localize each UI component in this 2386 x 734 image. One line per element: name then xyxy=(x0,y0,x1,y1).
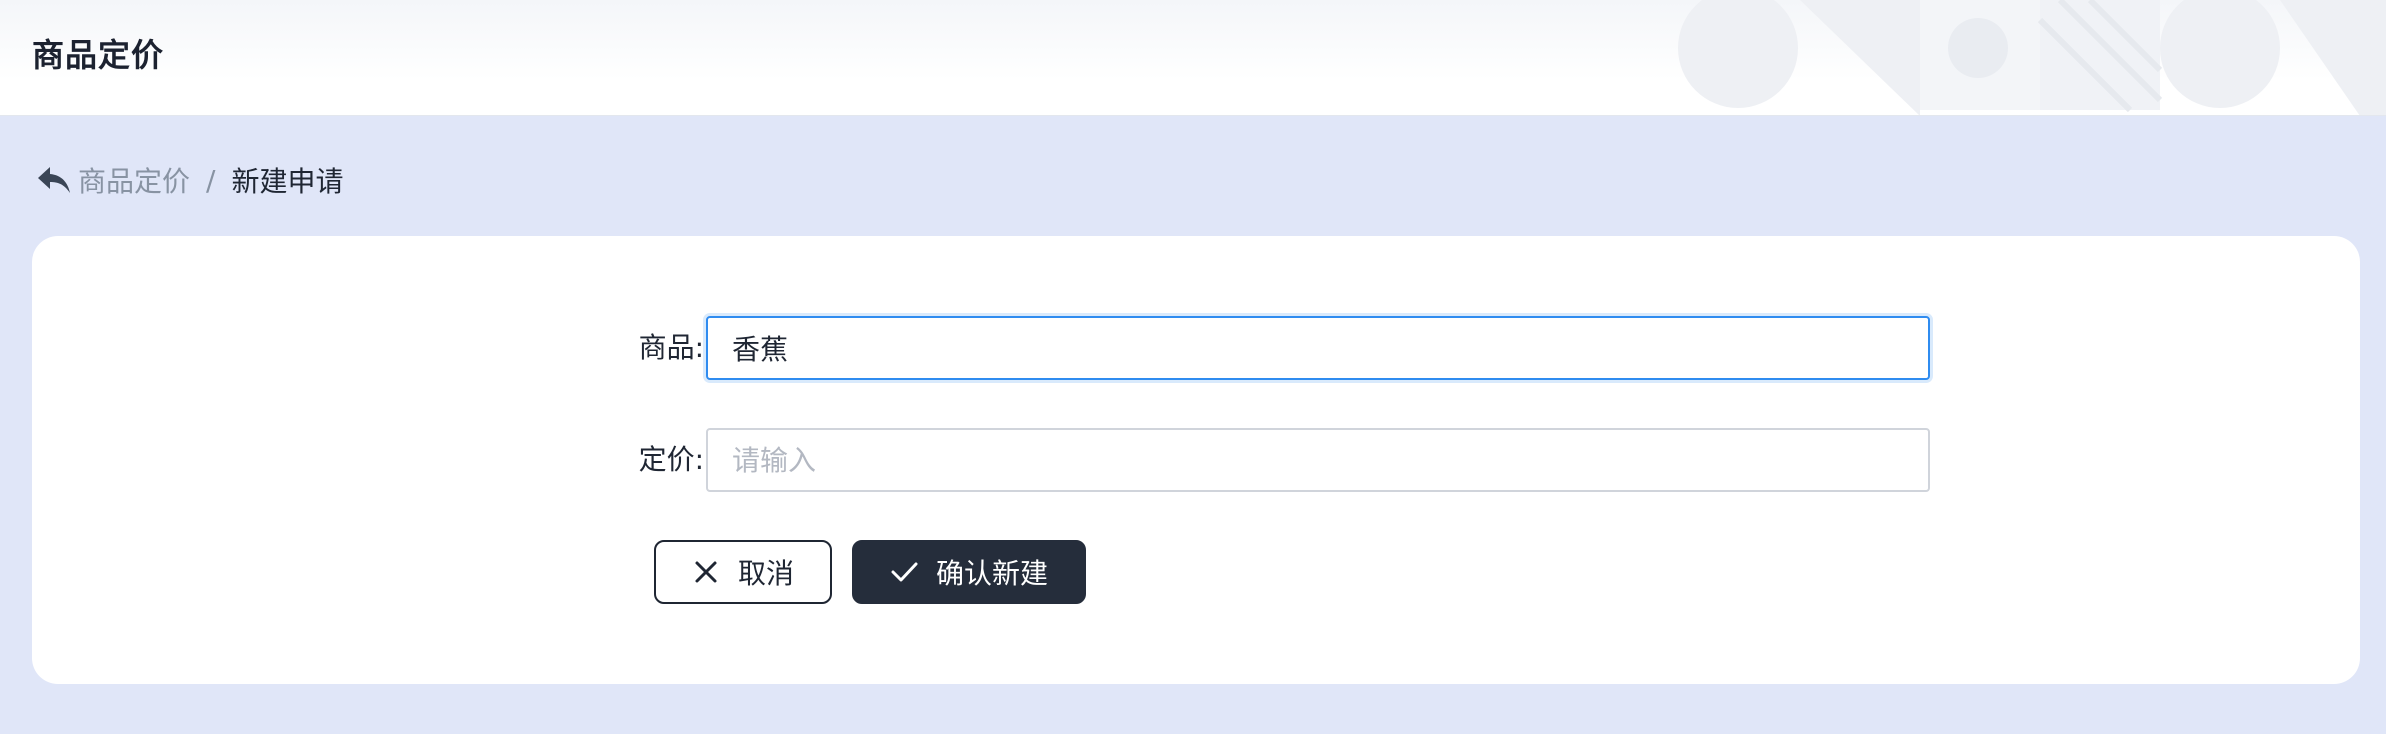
breadcrumb-current: 新建申请 xyxy=(231,165,344,198)
confirm-create-button[interactable]: 确认新建 xyxy=(852,540,1086,604)
close-icon xyxy=(692,558,720,586)
form-card: 商品: 定价: 取消 确认新建 xyxy=(32,236,2360,684)
check-icon xyxy=(890,558,918,586)
price-label: 定价: xyxy=(638,443,704,476)
price-input[interactable] xyxy=(706,428,1930,492)
product-label: 商品: xyxy=(638,331,704,364)
page-header: 商品定价 xyxy=(0,0,2386,116)
price-form-row: 定价: xyxy=(32,428,2360,492)
page-title: 商品定价 xyxy=(32,36,165,74)
breadcrumb-separator: / xyxy=(206,163,216,197)
cancel-button-label: 取消 xyxy=(737,557,794,590)
header-decoration xyxy=(1678,0,2386,115)
breadcrumb: 商品定价 / 新建申请 xyxy=(36,160,343,200)
cancel-button[interactable]: 取消 xyxy=(654,540,832,604)
product-form-row: 商品: xyxy=(32,316,2360,380)
confirm-button-label: 确认新建 xyxy=(935,557,1048,590)
back-arrow-icon[interactable] xyxy=(36,163,72,197)
breadcrumb-parent-link[interactable]: 商品定价 xyxy=(78,160,190,200)
product-input[interactable] xyxy=(706,316,1930,380)
